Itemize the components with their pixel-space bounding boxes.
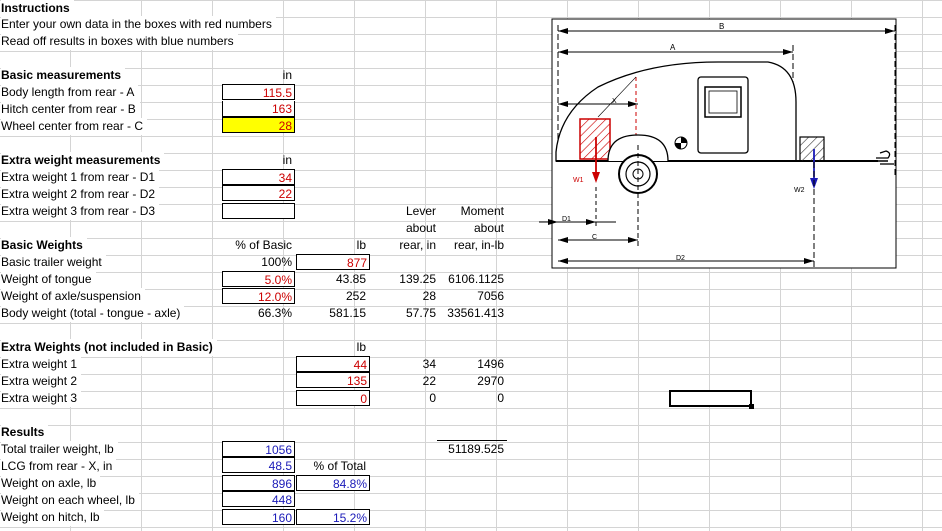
hitch-center-input[interactable]: 163 <box>222 101 295 117</box>
extra-3-moment: 0 <box>497 391 504 405</box>
extra-lb-header: lb <box>356 340 366 354</box>
body-pct: 66.3% <box>257 306 292 320</box>
lever-header-2: about <box>405 221 436 235</box>
extra-2-lever: 22 <box>422 374 436 388</box>
extra-weight-1-distance-input[interactable]: 34 <box>222 169 295 185</box>
dim-d1-label: D1 <box>562 216 571 223</box>
axle-weight-output: 896 <box>222 475 295 491</box>
instructions-line-1: Enter your own data in the boxes with re… <box>1 16 276 33</box>
extra-measurement-label-d1: Extra weight 1 from rear - D1 <box>1 169 160 186</box>
body-weight-lb: 581.15 <box>329 306 366 320</box>
tongue-moment: 6106.1125 <box>448 272 504 286</box>
extra-3-lever: 0 <box>429 391 436 405</box>
basic-weight-label-axle: Weight of axle/suspension <box>1 288 145 305</box>
moment-header-2: about <box>473 221 504 235</box>
result-label-lcg: LCG from rear - X, in <box>1 458 117 475</box>
result-label-total-weight: Total trailer weight, lb <box>1 441 118 458</box>
extra-weight-label-2: Extra weight 2 <box>1 373 82 390</box>
extra-weight-label-3: Extra weight 3 <box>1 390 82 407</box>
weight-2-label: W2 <box>794 187 805 194</box>
result-label-wheel: Weight on each wheel, lb <box>1 492 139 509</box>
basic-weight-label-trailer: Basic trailer weight <box>1 254 106 271</box>
basic-weight-label-tongue: Weight of tongue <box>1 271 96 288</box>
basic-weight-label-body: Body weight (total - tongue - axle) <box>1 305 185 322</box>
basic-measurement-label-b: Hitch center from rear - B <box>1 101 140 118</box>
weight-1-block <box>579 118 611 160</box>
extra-measurements-title: Extra weight measurements <box>1 152 165 169</box>
tongue-lever: 139.25 <box>399 272 436 286</box>
fill-handle[interactable] <box>749 404 754 409</box>
lcg-output: 48.5 <box>222 457 295 473</box>
pct-basic-header: % of Basic <box>235 238 292 252</box>
extra-measurements-unit: in <box>282 153 292 167</box>
wheel-weight-output: 448 <box>222 491 295 507</box>
basic-measurement-label-a: Body length from rear - A <box>1 84 139 101</box>
extra-weight-label-1: Extra weight 1 <box>1 356 82 373</box>
extra-measurement-label-d2: Extra weight 2 from rear - D2 <box>1 186 160 203</box>
basic-measurement-label-c: Wheel center from rear - C <box>1 118 148 135</box>
weight-1-label: W1 <box>573 177 584 184</box>
extra-measurement-label-d3: Extra weight 3 from rear - D3 <box>1 203 160 220</box>
moment-total: 51189.525 <box>448 442 504 456</box>
basic-trailer-weight-input[interactable]: 877 <box>296 254 370 270</box>
extra-weight-2-input[interactable]: 135 <box>296 372 370 388</box>
extra-weight-1-input[interactable]: 44 <box>296 356 370 372</box>
extra-weight-2-distance-input[interactable]: 22 <box>222 185 295 201</box>
instructions-line-2: Read off results in boxes with blue numb… <box>1 33 238 50</box>
body-moment: 33561.413 <box>447 306 504 320</box>
result-label-hitch: Weight on hitch, lb <box>1 509 104 526</box>
extra-weight-3-input[interactable]: 0 <box>296 390 370 406</box>
total-weight-output: 1056 <box>222 441 295 457</box>
axle-weight-lb: 252 <box>345 289 366 303</box>
hitch-pct-output: 15.2% <box>296 509 370 525</box>
lever-header-3: rear, in <box>399 238 436 252</box>
axle-pct-output: 84.8% <box>296 475 370 491</box>
dim-d2-label: D2 <box>676 255 685 262</box>
wheel-center-input[interactable]: 28 <box>222 117 295 133</box>
tongue-weight-lb: 43.85 <box>335 272 366 286</box>
lever-header-1: Lever <box>405 204 436 218</box>
weight-2-block <box>799 136 825 162</box>
dim-a-label: A <box>670 43 676 52</box>
moment-header-3: rear, in-lb <box>453 238 504 252</box>
basic-measurements-unit: in <box>282 68 292 82</box>
axle-moment: 7056 <box>477 289 504 303</box>
body-length-input[interactable]: 115.5 <box>222 84 295 100</box>
axle-pct-input[interactable]: 12.0% <box>222 288 295 304</box>
body-lever: 57.75 <box>405 306 436 320</box>
dim-c-label: C <box>592 234 597 241</box>
pct-total-header: % of Total <box>313 459 366 473</box>
extra-weight-3-distance-input[interactable] <box>222 203 295 219</box>
dim-b-label: B <box>719 22 724 31</box>
selected-cell[interactable] <box>669 390 752 407</box>
moment-header-1: Moment <box>460 204 504 218</box>
basic-trailer-pct: 100% <box>261 255 292 269</box>
extra-2-moment: 2970 <box>477 374 504 388</box>
basic-measurements-title: Basic measurements <box>1 67 126 84</box>
basic-weights-title: Basic Weights <box>1 237 87 254</box>
extra-weights-title: Extra Weights (not included in Basic) <box>1 339 217 356</box>
extra-1-moment: 1496 <box>477 357 504 371</box>
results-title: Results <box>1 424 49 441</box>
hitch-weight-output: 160 <box>222 509 295 525</box>
lb-header: lb <box>356 238 366 252</box>
extra-1-lever: 34 <box>422 357 436 371</box>
instructions-title: Instructions <box>1 0 74 17</box>
trailer-diagram: B A X W1 W2 D1 C D2 <box>539 18 897 269</box>
axle-lever: 28 <box>422 289 436 303</box>
result-label-axle: Weight on axle, lb <box>1 475 101 492</box>
tongue-pct-input[interactable]: 5.0% <box>222 271 295 287</box>
